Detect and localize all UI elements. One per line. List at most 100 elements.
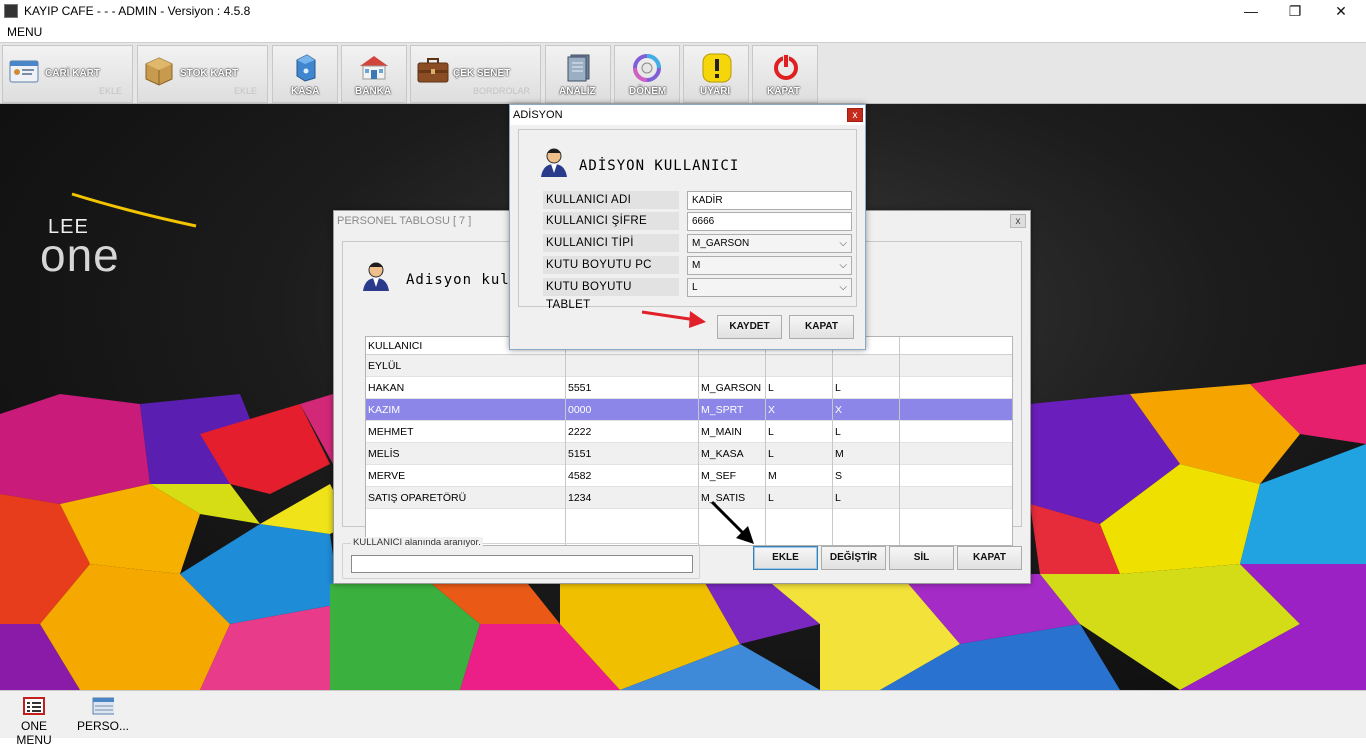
analiz-label: ANALİZ — [559, 86, 596, 97]
cell-tip: M_MAIN — [699, 421, 766, 443]
empty-cell — [766, 509, 833, 545]
bank-icon — [360, 56, 388, 80]
cell-kullanici: MEHMET — [366, 421, 566, 443]
stok-kart-button[interactable]: STOK KART EKLE — [137, 45, 268, 103]
taskbar-one-menu-label: ONE MENU — [16, 719, 52, 747]
cell-tip: M_KASA — [699, 443, 766, 465]
cell-tip — [699, 355, 766, 377]
personel-heading: Adisyon kull — [406, 272, 520, 288]
kullanici-sifre-input[interactable]: 6666 — [687, 212, 852, 231]
cari-kart-label: CARİ KART — [45, 68, 100, 79]
kullanici-adi-input[interactable]: KADİR — [687, 191, 852, 210]
app-icon — [4, 4, 18, 18]
chevron-down-icon: ⌵ — [839, 260, 847, 271]
search-label: KULLANICI alanında aranıyor. — [351, 537, 483, 548]
uyari-label: UYARI — [700, 86, 731, 97]
ekle-button[interactable]: EKLE — [753, 546, 818, 570]
cell-tablet: S — [833, 465, 900, 487]
table-row[interactable]: MERVE 4582 M_SEF M S — [366, 465, 1012, 487]
minimize-button[interactable]: — — [1228, 0, 1274, 22]
briefcase-icon — [417, 58, 449, 83]
kullanici-tipi-select[interactable]: M_GARSON ⌵ — [687, 234, 852, 253]
cari-kart-button[interactable]: CARİ KART EKLE — [2, 45, 133, 103]
cell-kullanici: KAZIM — [366, 399, 566, 421]
cek-senet-label: ÇEK SENET — [453, 68, 511, 79]
personel-table: KULLANICI EYLÜL HAKAN 5551 M_GARSON L L — [365, 336, 1013, 546]
cell-kullanici: MERVE — [366, 465, 566, 487]
empty-cell — [833, 509, 900, 545]
cell-tablet: L — [833, 421, 900, 443]
table-row-selected[interactable]: KAZIM 0000 M_SPRT X X — [366, 399, 1012, 421]
adisyon-heading: ADİSYON KULLANICI — [579, 158, 740, 174]
cell-sifre: 2222 — [566, 421, 699, 443]
cell-tablet: X — [833, 399, 900, 421]
cell-pc: L — [766, 443, 833, 465]
cell-tablet: L — [833, 377, 900, 399]
table-row[interactable]: HAKAN 5551 M_GARSON L L — [366, 377, 1012, 399]
kasa-label: KASA — [291, 86, 320, 97]
taskbar-one-menu[interactable]: ONE MENU — [2, 695, 66, 747]
menu-item-menu[interactable]: MENU — [7, 25, 42, 39]
personel-close-button[interactable]: x — [1010, 214, 1026, 228]
box-icon — [145, 57, 173, 86]
cell-sifre: 1234 — [566, 487, 699, 509]
cell-pc: L — [766, 421, 833, 443]
kapat-adisyon-button[interactable]: KAPAT — [789, 315, 854, 339]
red-arrow-annotation — [641, 310, 706, 328]
banka-label: BANKA — [355, 86, 392, 97]
sil-button[interactable]: SİL — [889, 546, 954, 570]
maximize-button[interactable]: ❐ — [1272, 0, 1318, 22]
degistir-button[interactable]: DEĞİŞTİR — [821, 546, 886, 570]
kutu-pc-value: M — [692, 260, 701, 271]
menu-window-icon — [23, 697, 45, 715]
kaydet-button[interactable]: KAYDET — [717, 315, 782, 339]
ledger-icon — [567, 54, 590, 82]
table-row[interactable]: EYLÜL — [366, 355, 1012, 377]
table-row[interactable]: SATIŞ OPARETÖRÜ 1234 M_SATIS L L — [366, 487, 1012, 509]
kullanici-tipi-value: M_GARSON — [692, 238, 750, 249]
kullanici-tipi-label: KULLANICI TİPİ — [543, 234, 679, 252]
donem-label: DÖNEM — [629, 86, 667, 97]
cell-kullanici: EYLÜL — [366, 355, 566, 377]
uyari-button[interactable]: UYARI — [683, 45, 749, 103]
search-input[interactable] — [351, 555, 693, 573]
cell-kullanici: SATIŞ OPARETÖRÜ — [366, 487, 566, 509]
cell-pc: X — [766, 399, 833, 421]
table-row[interactable]: MELİS 5151 M_KASA L M — [366, 443, 1012, 465]
taskbar: ONE MENU PERSO... — [0, 690, 1366, 747]
stok-kart-sub: EKLE — [233, 86, 257, 96]
kutu-pc-select[interactable]: M ⌵ — [687, 256, 852, 275]
kapat-personel-button[interactable]: KAPAT — [957, 546, 1022, 570]
cek-senet-button[interactable]: ÇEK SENET BORDROLAR — [410, 45, 541, 103]
banka-button[interactable]: BANKA — [341, 45, 407, 103]
taskbar-perso[interactable]: PERSO... — [76, 695, 130, 733]
kasa-button[interactable]: KASA — [272, 45, 338, 103]
analiz-button[interactable]: ANALİZ — [545, 45, 611, 103]
kutu-pc-label: KUTU BOYUTU PC — [543, 256, 679, 274]
stok-kart-label: STOK KART — [180, 68, 239, 79]
cell-kullanici: HAKAN — [366, 377, 566, 399]
kutu-tablet-select[interactable]: L ⌵ — [687, 278, 852, 297]
close-window-button[interactable]: ✕ — [1318, 0, 1364, 22]
cell-sifre: 0000 — [566, 399, 699, 421]
column-header-6[interactable] — [900, 337, 1012, 355]
user-icon — [541, 148, 567, 177]
cell-tip: M_SPRT — [699, 399, 766, 421]
power-icon — [774, 54, 798, 80]
cell-pc — [766, 355, 833, 377]
donem-button[interactable]: DÖNEM — [614, 45, 680, 103]
window-titlebar: KAYIP CAFE - - - ADMIN - Versiyon : 4.5.… — [0, 0, 1366, 22]
cell-tip: M_SEF — [699, 465, 766, 487]
kapat-toolbar-button[interactable]: KAPAT — [752, 45, 818, 103]
kullanici-adi-label: KULLANICI ADI — [543, 191, 679, 209]
chevron-down-icon: ⌵ — [839, 238, 847, 249]
safe-icon — [296, 54, 316, 82]
cell-tip: M_GARSON — [699, 377, 766, 399]
period-cycle-icon — [633, 54, 661, 82]
cell-sifre: 5151 — [566, 443, 699, 465]
table-row[interactable]: MEHMET 2222 M_MAIN L L — [366, 421, 1012, 443]
cell-pc: L — [766, 487, 833, 509]
adisyon-close-button[interactable]: x — [847, 108, 863, 122]
menubar: MENU — [0, 22, 1366, 42]
cell-sifre: 4582 — [566, 465, 699, 487]
